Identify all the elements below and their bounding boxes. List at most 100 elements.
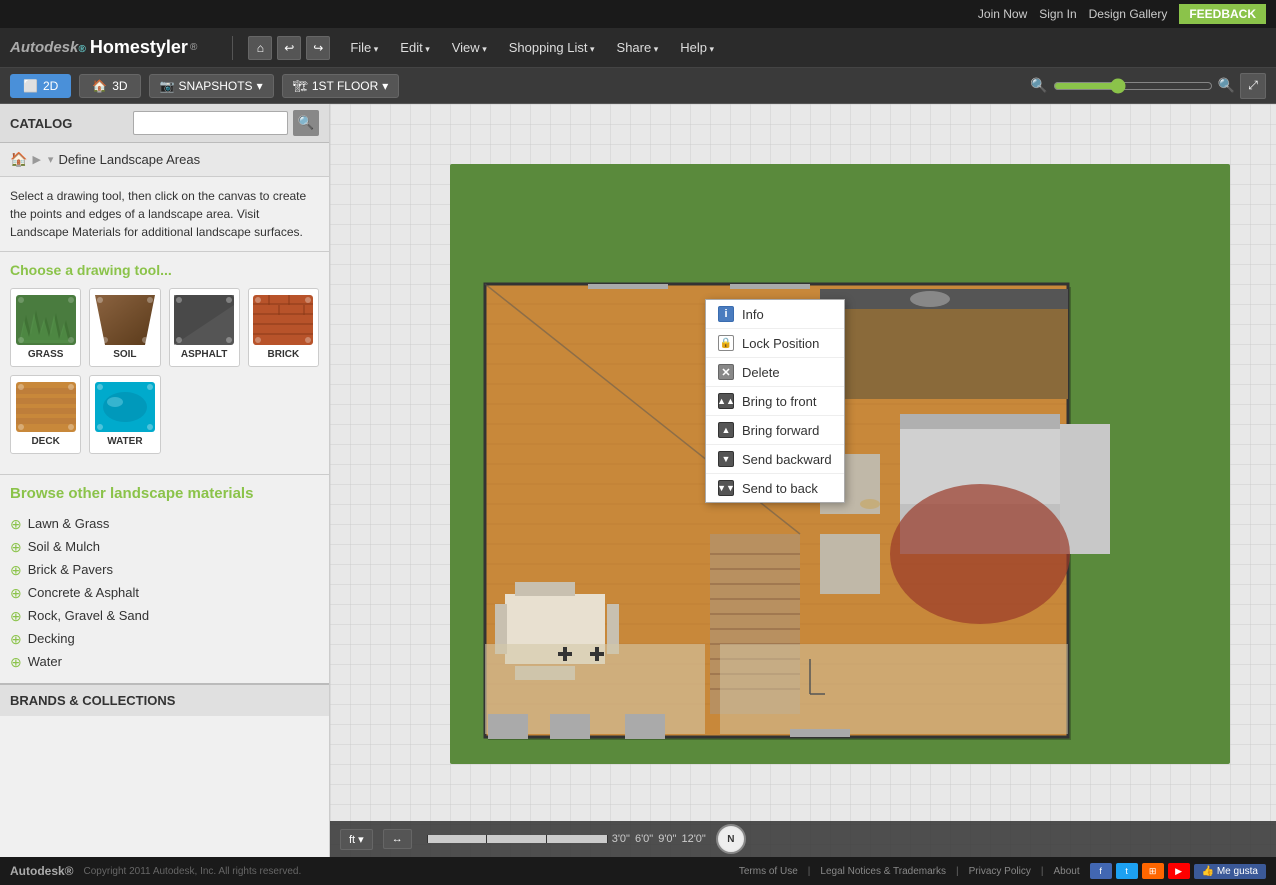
browse-rock-gravel[interactable]: ⊕ Rock, Gravel & Sand (10, 604, 319, 627)
browse-water[interactable]: ⊕ Water (10, 650, 319, 673)
menu-help[interactable]: Help (670, 36, 724, 59)
ctx-send-backward[interactable]: ▼ Send backward (706, 445, 844, 474)
ctx-bring-forward[interactable]: ▲ Bring forward (706, 416, 844, 445)
brands-section: BRANDS & COLLECTIONS (0, 683, 329, 716)
rss-icon[interactable]: ⊞ (1142, 863, 1164, 879)
brick-pavers-icon: ⊕ (10, 563, 22, 577)
lock-icon: 🔒 (718, 335, 734, 351)
footer: Autodesk® Copyright 2011 Autodesk, Inc. … (0, 857, 1276, 885)
soil-tool-label: SOIL (113, 349, 136, 360)
tool-asphalt[interactable]: ASPHALT (169, 288, 240, 367)
sep1: | (808, 866, 811, 877)
sep2: | (956, 866, 959, 877)
bring-forward-icon: ▲ (718, 422, 734, 438)
asphalt-tool-label: ASPHALT (181, 349, 227, 360)
scale-12: 12'0" (681, 833, 705, 845)
browse-brick-pavers[interactable]: ⊕ Brick & Pavers (10, 558, 319, 581)
view-3d-button[interactable]: 🏠 3D (79, 74, 140, 98)
breadcrumb-dropdown-icon[interactable]: ▾ (48, 153, 54, 166)
twitter-icon[interactable]: t (1116, 863, 1138, 879)
scale-ruler: 3'0" 6'0" 9'0" 12'0" (422, 833, 706, 845)
floor-button[interactable]: 🏗 1ST FLOOR ▾ (282, 74, 400, 98)
privacy-link[interactable]: Privacy Policy (969, 866, 1031, 877)
view-2d-button[interactable]: ⬜ 2D (10, 74, 71, 98)
youtube-icon[interactable]: ▶ (1168, 863, 1190, 879)
zoom-out-icon[interactable]: 🔍 (1030, 77, 1047, 94)
menu-file[interactable]: File (340, 36, 388, 59)
zoom-slider[interactable] (1053, 78, 1213, 94)
browse-soil-mulch-label: Soil & Mulch (28, 539, 100, 554)
tool-soil[interactable]: SOIL (89, 288, 160, 367)
canvas-area[interactable]: i Info 🔒 Lock Position ✕ Delete ▲▲ Bring… (330, 104, 1276, 857)
view-2d-icon: ⬜ (23, 79, 38, 93)
unit-button[interactable]: ft ▾ (340, 829, 373, 850)
zoom-in-icon[interactable]: 🔍 (1218, 77, 1235, 94)
ctx-info[interactable]: i Info (706, 300, 844, 329)
snapshots-chevron: ▾ (257, 79, 263, 93)
catalog-header: CATALOG 🔍 (0, 104, 329, 143)
logo-brand: Autodesk® (10, 39, 90, 56)
logo-trademark: ® (190, 42, 197, 53)
sign-in-link[interactable]: Sign In (1039, 7, 1076, 21)
browse-decking[interactable]: ⊕ Decking (10, 627, 319, 650)
measure-button[interactable]: ↔ (383, 829, 412, 849)
compass: N (716, 824, 746, 854)
ctx-info-label: Info (742, 307, 764, 322)
design-gallery-link[interactable]: Design Gallery (1089, 7, 1168, 21)
browse-lawn-grass[interactable]: ⊕ Lawn & Grass (10, 512, 319, 535)
tool-water[interactable]: WATER (89, 375, 160, 454)
ctx-send-back-label: Send to back (742, 481, 818, 496)
ctx-bring-forward-label: Bring forward (742, 423, 819, 438)
feedback-button[interactable]: FEEDBACK (1179, 4, 1266, 24)
browse-soil-mulch[interactable]: ⊕ Soil & Mulch (10, 535, 319, 558)
about-link[interactable]: About (1053, 866, 1079, 877)
join-now-link[interactable]: Join Now (978, 7, 1027, 21)
search-button[interactable]: 🔍 (293, 110, 319, 136)
floor-chevron: ▾ (382, 79, 388, 93)
browse-lawn-grass-label: Lawn & Grass (28, 516, 110, 531)
tool-brick[interactable]: BRICK (248, 288, 319, 367)
ctx-lock-position[interactable]: 🔒 Lock Position (706, 329, 844, 358)
asphalt-tool-icon (174, 295, 234, 345)
terms-link[interactable]: Terms of Use (739, 866, 798, 877)
ctx-delete-label: Delete (742, 365, 780, 380)
rock-gravel-icon: ⊕ (10, 609, 22, 623)
view-2d-label: 2D (43, 79, 58, 93)
home-button[interactable]: ⌂ (248, 36, 272, 60)
decking-icon: ⊕ (10, 632, 22, 646)
facebook-icon[interactable]: f (1090, 863, 1112, 879)
breadcrumb: 🏠 ▶ ▾ Define Landscape Areas (0, 143, 329, 177)
scale-3: 3'0" (612, 833, 630, 845)
brick-tool-label: BRICK (268, 349, 300, 360)
soil-tool-icon (95, 295, 155, 345)
redo-button[interactable]: ↪ (306, 36, 330, 60)
tools-grid: GRASS (10, 288, 319, 454)
ctx-lock-label: Lock Position (742, 336, 819, 351)
menu-view[interactable]: View (442, 36, 497, 59)
ctx-bring-front[interactable]: ▲▲ Bring to front (706, 387, 844, 416)
social-icons: f t ⊞ ▶ 👍 Me gusta (1090, 863, 1266, 879)
fullscreen-button[interactable]: ⤢ (1240, 73, 1266, 99)
menu-share[interactable]: Share (607, 36, 669, 59)
ctx-send-back[interactable]: ▼▼ Send to back (706, 474, 844, 502)
ctx-delete[interactable]: ✕ Delete (706, 358, 844, 387)
camera-icon: 📷 (160, 79, 175, 93)
floor-icon: 🏗 (293, 79, 308, 93)
bring-front-icon: ▲▲ (718, 393, 734, 409)
snapshots-button[interactable]: 📷 SNAPSHOTS ▾ (149, 74, 274, 98)
like-button[interactable]: 👍 Me gusta (1194, 864, 1266, 879)
drawing-tools-title: Choose a drawing tool... (10, 262, 319, 278)
sidebar: CATALOG 🔍 🏠 ▶ ▾ Define Landscape Areas S… (0, 104, 330, 857)
legal-link[interactable]: Legal Notices & Trademarks (820, 866, 946, 877)
tool-deck[interactable]: DECK (10, 375, 81, 454)
browse-rock-gravel-label: Rock, Gravel & Sand (28, 608, 149, 623)
tool-grass[interactable]: GRASS (10, 288, 81, 367)
search-input[interactable] (133, 111, 288, 135)
breadcrumb-home-icon[interactable]: 🏠 (10, 151, 27, 168)
search-bar: 🔍 (133, 110, 319, 136)
floor-label: 1ST FLOOR (312, 79, 378, 93)
browse-concrete-asphalt[interactable]: ⊕ Concrete & Asphalt (10, 581, 319, 604)
menu-edit[interactable]: Edit (390, 36, 439, 59)
menu-shopping-list[interactable]: Shopping List (499, 36, 605, 59)
undo-button[interactable]: ↩ (277, 36, 301, 60)
